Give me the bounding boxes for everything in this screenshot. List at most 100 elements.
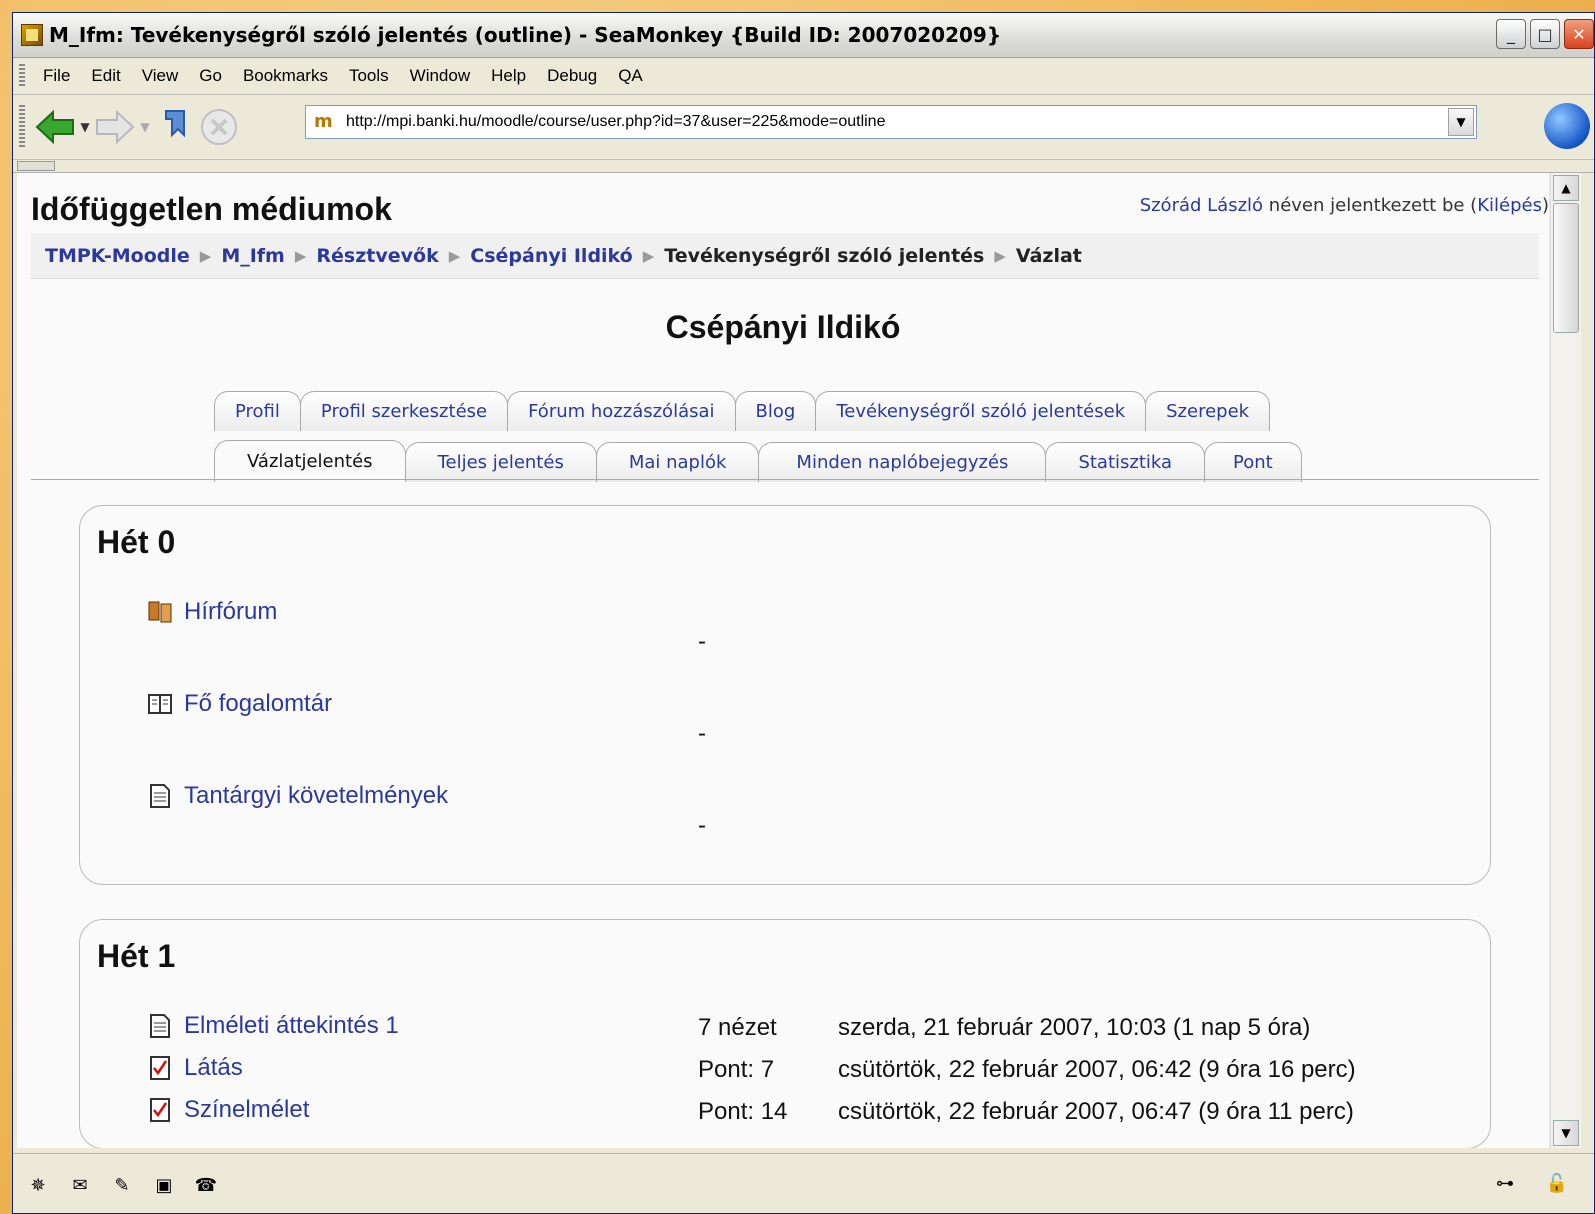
back-arrow-icon[interactable]: [33, 105, 77, 149]
back-dropdown-icon[interactable]: ▼: [77, 120, 93, 134]
activity-item[interactable]: Elméleti áttekintés 1: [148, 1012, 399, 1040]
collapsed-toolbar-tab[interactable]: [17, 161, 55, 171]
activity-info: Pont: 14: [698, 1098, 788, 1125]
activity-link[interactable]: Hírfórum: [184, 598, 277, 626]
addressbook-icon[interactable]: ▣: [149, 1172, 179, 1198]
tab-outline-report[interactable]: Vázlatjelentés: [214, 440, 406, 482]
tab-forum-posts[interactable]: Fórum hozzászólásai: [507, 391, 736, 431]
toolbar-grip-icon[interactable]: [19, 64, 25, 88]
tab-row-secondary: Vázlatjelentés Teljes jelentés Mai napló…: [214, 440, 1302, 482]
status-bar: ✵ ✉ ✎ ▣ ☎ ⊶ 🔓: [13, 1153, 1594, 1213]
minimize-button[interactable]: _: [1496, 19, 1526, 49]
menu-qa[interactable]: QA: [618, 66, 643, 86]
activity-date: csütörtök, 22 február 2007, 06:47 (9 óra…: [838, 1098, 1354, 1125]
breadcrumb-separator-icon: ▶: [294, 246, 307, 265]
tab-todays-logs[interactable]: Mai naplók: [595, 442, 760, 482]
activity-item[interactable]: Hírfórum: [148, 598, 277, 626]
tab-grade[interactable]: Pont: [1204, 442, 1302, 482]
page-content: Időfüggetlen médiumok Szórád László néve…: [17, 173, 1549, 1148]
login-text-close: ): [1541, 195, 1549, 216]
tab-blog[interactable]: Blog: [734, 391, 817, 431]
page-icon: [148, 1013, 172, 1039]
security-lock-icon[interactable]: 🔓: [1542, 1170, 1572, 1196]
url-text[interactable]: http://mpi.banki.hu/moodle/course/user.p…: [346, 113, 885, 131]
breadcrumb-separator-icon: ▶: [642, 246, 655, 265]
menu-window[interactable]: Window: [410, 66, 470, 86]
site-title: Időfüggetlen médiumok: [31, 191, 392, 227]
activity-link[interactable]: Színelmélet: [184, 1096, 309, 1124]
activity-item[interactable]: Tantárgyi követelmények: [148, 782, 448, 810]
page-icon: [148, 783, 172, 809]
scroll-thumb[interactable]: [1553, 203, 1579, 333]
breadcrumb-item-participants[interactable]: Résztvevők: [316, 245, 438, 267]
breadcrumb-item-user[interactable]: Csépányi Ildikó: [470, 245, 632, 267]
menu-help[interactable]: Help: [491, 66, 526, 86]
toolbar-grip-icon[interactable]: [19, 105, 25, 149]
tab-row-primary: Profil Profil szerkesztése Fórum hozzász…: [214, 391, 1271, 431]
section-week-1: Hét 1 Elméleti áttekintés 1 7 nézet szer…: [79, 919, 1491, 1148]
tab-edit-profile[interactable]: Profil szerkesztése: [299, 391, 509, 431]
moodle-favicon-icon: m: [314, 111, 333, 132]
breadcrumb-separator-icon: ▶: [994, 246, 1006, 265]
browser-window: M_Ifm: Tevékenységről szóló jelentés (ou…: [12, 12, 1595, 1214]
reload-icon[interactable]: [153, 105, 197, 149]
stop-icon[interactable]: [197, 105, 241, 149]
login-info: Szórád László néven jelentkezett be (Kil…: [1140, 195, 1549, 216]
menu-bookmarks[interactable]: Bookmarks: [243, 66, 328, 86]
user-link[interactable]: Szórád László: [1140, 195, 1263, 216]
close-button[interactable]: ✕: [1564, 19, 1594, 49]
breadcrumb-item-report: Tevékenységről szóló jelentés: [664, 244, 985, 267]
activity-date: szerda, 21 február 2007, 10:03 (1 nap 5 …: [838, 1014, 1311, 1041]
activity-info: -: [698, 720, 706, 747]
maximize-button[interactable]: □: [1530, 19, 1560, 49]
forward-arrow-icon[interactable]: [93, 105, 137, 149]
tab-statistics[interactable]: Statisztika: [1045, 442, 1206, 482]
tab-complete-report[interactable]: Teljes jelentés: [404, 442, 597, 482]
menu-edit[interactable]: Edit: [91, 66, 120, 86]
breadcrumb-item-home[interactable]: TMPK-Moodle: [45, 245, 190, 267]
url-history-dropdown-icon[interactable]: ▼: [1448, 108, 1474, 136]
menu-debug[interactable]: Debug: [547, 66, 597, 86]
composer-icon[interactable]: ✎: [107, 1172, 137, 1198]
activity-link[interactable]: Elméleti áttekintés 1: [184, 1012, 399, 1040]
activity-link[interactable]: Tantárgyi követelmények: [184, 782, 448, 810]
seamonkey-app-icon: [21, 24, 43, 46]
navigator-icon[interactable]: ✵: [23, 1172, 53, 1198]
tab-profile[interactable]: Profil: [214, 391, 301, 431]
menu-go[interactable]: Go: [199, 66, 222, 86]
menu-file[interactable]: File: [43, 66, 70, 86]
mail-icon[interactable]: ✉: [65, 1172, 95, 1198]
activity-item[interactable]: Színelmélet: [148, 1096, 309, 1124]
chat-icon[interactable]: ☎: [191, 1172, 221, 1198]
activity-link[interactable]: Látás: [184, 1054, 243, 1082]
personal-toolbar: [13, 160, 1594, 173]
activity-item[interactable]: Fő fogalomtár: [148, 690, 332, 718]
tab-all-logs[interactable]: Minden naplóbejegyzés: [758, 442, 1047, 482]
breadcrumb-item-course[interactable]: M_Ifm: [221, 245, 285, 267]
menu-tools[interactable]: Tools: [349, 66, 389, 86]
forward-dropdown-icon[interactable]: ▼: [137, 120, 153, 134]
scroll-down-icon[interactable]: ▼: [1553, 1120, 1579, 1146]
breadcrumb-separator-icon: ▶: [199, 246, 212, 265]
tab-roles[interactable]: Szerepek: [1145, 391, 1271, 431]
title-bar[interactable]: M_Ifm: Tevékenységről szóló jelentés (ou…: [13, 13, 1594, 58]
url-bar[interactable]: m http://mpi.banki.hu/moodle/course/user…: [305, 105, 1477, 139]
vertical-scrollbar[interactable]: ▲ ▼: [1550, 173, 1581, 1148]
logout-link[interactable]: Kilépés: [1477, 195, 1542, 216]
forum-icon: [148, 599, 172, 625]
breadcrumb: TMPK-Moodle ▶ M_Ifm ▶ Résztvevők ▶ Csépá…: [31, 233, 1539, 279]
activity-item[interactable]: Látás: [148, 1054, 243, 1082]
window-title: M_Ifm: Tevékenységről szóló jelentés (ou…: [49, 23, 1002, 47]
online-status-icon[interactable]: ⊶: [1490, 1170, 1520, 1196]
tab-activity-reports[interactable]: Tevékenységről szóló jelentések: [815, 391, 1147, 431]
quiz-icon: [148, 1097, 172, 1123]
menu-view[interactable]: View: [142, 66, 179, 86]
activity-link[interactable]: Fő fogalomtár: [184, 690, 332, 718]
throbber-icon[interactable]: [1544, 103, 1590, 149]
scroll-up-icon[interactable]: ▲: [1553, 175, 1579, 201]
activity-info: -: [698, 812, 706, 839]
breadcrumb-item-outline: Vázlat: [1015, 244, 1082, 267]
breadcrumb-separator-icon: ▶: [448, 246, 461, 265]
page-title: Csépányi Ildikó: [665, 309, 901, 345]
login-text: néven jelentkezett be (: [1263, 195, 1478, 216]
